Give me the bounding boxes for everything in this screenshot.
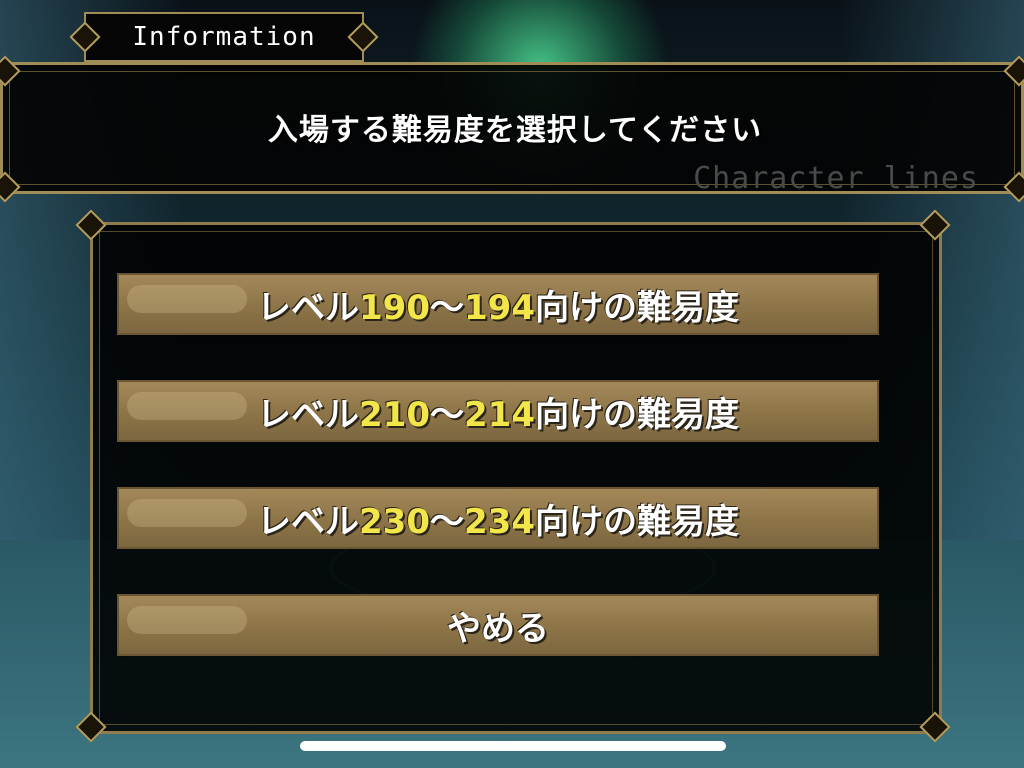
button-texture [127,392,247,420]
button-texture [127,606,247,634]
difficulty-option-210-214[interactable]: レベル210〜214向けの難易度 [117,380,879,442]
button-texture [127,285,247,313]
message-box: 入場する難易度を選択してください Character lines [0,62,1024,196]
option-label: レベル210〜214向けの難易度 [257,394,739,435]
option-label: レベル190〜194向けの難易度 [257,287,739,328]
difficulty-option-230-234[interactable]: レベル230〜234向けの難易度 [117,487,879,549]
button-texture [127,499,247,527]
cancel-label: やめる [447,608,549,649]
difficulty-option-190-194[interactable]: レベル190〜194向けの難易度 [117,273,879,335]
information-tab: Information [84,12,364,62]
cancel-button[interactable]: やめる [117,594,879,656]
information-title: Information [132,22,316,52]
message-text: 入場する難易度を選択してください [267,113,763,148]
home-indicator[interactable] [300,741,726,751]
character-lines-watermark: Character lines [693,161,979,196]
option-label: レベル230〜234向けの難易度 [257,501,739,542]
